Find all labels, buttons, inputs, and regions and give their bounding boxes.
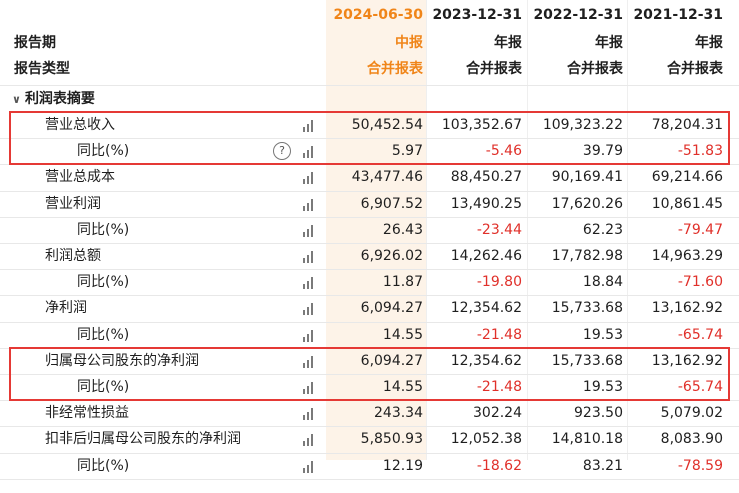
column-period: 中报: [395, 35, 423, 51]
bar-chart-icon[interactable]: [303, 303, 317, 316]
table-row: 营业利润 6,907.52 13,490.25 17,620.26 10,861.45: [0, 191, 739, 217]
table-cell: 12.19: [382, 457, 423, 474]
bar-chart-icon[interactable]: [303, 408, 317, 421]
table-cell: 302.24: [473, 405, 522, 422]
table-row: 利润总额 6,926.02 14,262.46 17,782.98 14,963.29: [0, 243, 739, 269]
highlight-box-revenue: [9, 111, 730, 165]
section-title: 利润表摘要: [24, 91, 95, 107]
table-cell: 8,083.90: [660, 431, 723, 448]
table-cell: 11.87: [382, 274, 423, 291]
table-row: 净利润 6,094.27 12,354.62 15,733.68 13,162.92: [0, 295, 739, 321]
table-cell: -18.62: [476, 457, 522, 474]
table-cell: 88,450.27: [450, 169, 522, 186]
chevron-down-icon[interactable]: ∨: [12, 87, 21, 113]
table-cell: 5,850.93: [360, 431, 423, 448]
table-cell: 5,079.02: [660, 405, 723, 422]
table-cell: 10,861.45: [651, 195, 723, 212]
row-label: 扣非后归属母公司股东的净利润: [45, 431, 241, 448]
table-cell: 17,782.98: [551, 248, 623, 264]
table-cell: -71.60: [677, 274, 723, 291]
table-cell: -78.59: [677, 457, 723, 474]
table-cell: -23.44: [476, 221, 522, 238]
header-row-period: 报告期 中报 年报 年报 年报: [0, 30, 739, 56]
row-label: 同比(%): [77, 274, 130, 291]
table-cell: 19.53: [582, 326, 623, 343]
table-cell: 14.55: [382, 326, 423, 343]
table-cell: 12,354.62: [450, 300, 522, 317]
bar-chart-icon[interactable]: [303, 198, 317, 211]
table-row: 同比(%) 11.87 -19.80 18.84 -71.60: [0, 269, 739, 295]
column-report-type: 合并报表: [466, 61, 522, 77]
table-cell: 6,907.52: [360, 195, 423, 212]
table-row: 同比(%) 12.19 -18.62 83.21 -78.59: [0, 453, 739, 479]
table-cell: 83.21: [582, 457, 623, 474]
column-date[interactable]: 2021-12-31: [627, 0, 723, 30]
table-cell: 69,214.66: [651, 169, 723, 186]
table-cell: -79.47: [677, 221, 723, 238]
bar-chart-icon[interactable]: [303, 172, 317, 185]
table-cell: -21.48: [476, 326, 522, 343]
table-cell: 13,490.25: [450, 195, 522, 212]
table-cell: 6,094.27: [360, 300, 423, 317]
column-date[interactable]: 2022-12-31: [527, 0, 623, 30]
table-row: 营业总成本 43,477.46 88,450.27 90,169.41 69,214.6…: [0, 164, 739, 190]
row-label: 同比(%): [77, 221, 130, 238]
table-cell: 14,262.46: [450, 248, 522, 264]
bar-chart-icon[interactable]: [303, 224, 317, 237]
table-cell: 17,620.26: [551, 195, 623, 212]
column-period: 年报: [595, 35, 623, 51]
column-date[interactable]: 2023-12-31: [426, 0, 522, 30]
column-report-type: 合并报表: [667, 61, 723, 77]
column-period: 年报: [494, 35, 522, 51]
period-label: 报告期: [14, 35, 56, 51]
table-cell: 14,810.18: [551, 431, 623, 448]
table-cell: 90,169.41: [551, 169, 623, 186]
table-cell: 243.34: [374, 405, 423, 422]
header-row-date: 2024-06-30 2023-12-31 2022-12-31 2021-12…: [0, 0, 739, 30]
table-cell: 43,477.46: [351, 169, 423, 186]
column-period: 年报: [695, 35, 723, 51]
bar-chart-icon[interactable]: [303, 460, 317, 473]
column-date[interactable]: 2024-06-30: [327, 0, 423, 30]
table-row: 同比(%) 26.43 -23.44 62.23 -79.47: [0, 217, 739, 243]
row-label: 同比(%): [77, 457, 130, 474]
table-cell: -19.80: [476, 274, 522, 291]
column-report-type: 合并报表: [367, 61, 423, 77]
table-cell: -65.74: [677, 326, 723, 343]
table-cell: 15,733.68: [551, 300, 623, 317]
row-label: 净利润: [45, 300, 87, 317]
table-cell: 14,963.29: [651, 248, 723, 264]
bar-chart-icon[interactable]: [303, 251, 317, 263]
table-cell: 18.84: [582, 274, 623, 291]
table-row: 扣非后归属母公司股东的净利润 5,850.93 12,052.38 14,810.18…: [0, 426, 739, 452]
header-row-type: 报告类型 合并报表 合并报表 合并报表 合并报表: [0, 56, 739, 82]
bar-chart-icon[interactable]: [303, 434, 317, 447]
table-cell: 26.43: [382, 221, 423, 238]
report-type-label: 报告类型: [14, 61, 70, 77]
row-label: 营业总成本: [45, 169, 115, 186]
highlight-box-net-profit-parent: [9, 347, 730, 401]
table-cell: 6,926.02: [360, 248, 423, 264]
table-cell: 923.50: [574, 405, 623, 422]
section-header[interactable]: ∨ 利润表摘要: [0, 86, 739, 112]
table-cell: 12,052.38: [450, 431, 522, 448]
table-cell: 62.23: [582, 221, 623, 238]
row-label: 非经常性损益: [45, 405, 129, 422]
bar-chart-icon[interactable]: [303, 277, 317, 290]
bar-chart-icon[interactable]: [303, 329, 317, 342]
row-label: 同比(%): [77, 326, 130, 343]
column-report-type: 合并报表: [567, 61, 623, 77]
row-label: 利润总额: [45, 248, 101, 264]
table-row: 非经常性损益 243.34 302.24 923.50 5,079.02: [0, 400, 739, 426]
table-row: 同比(%) 14.55 -21.48 19.53 -65.74: [0, 322, 739, 348]
row-label: 营业利润: [45, 195, 101, 212]
table-cell: 13,162.92: [651, 300, 723, 317]
